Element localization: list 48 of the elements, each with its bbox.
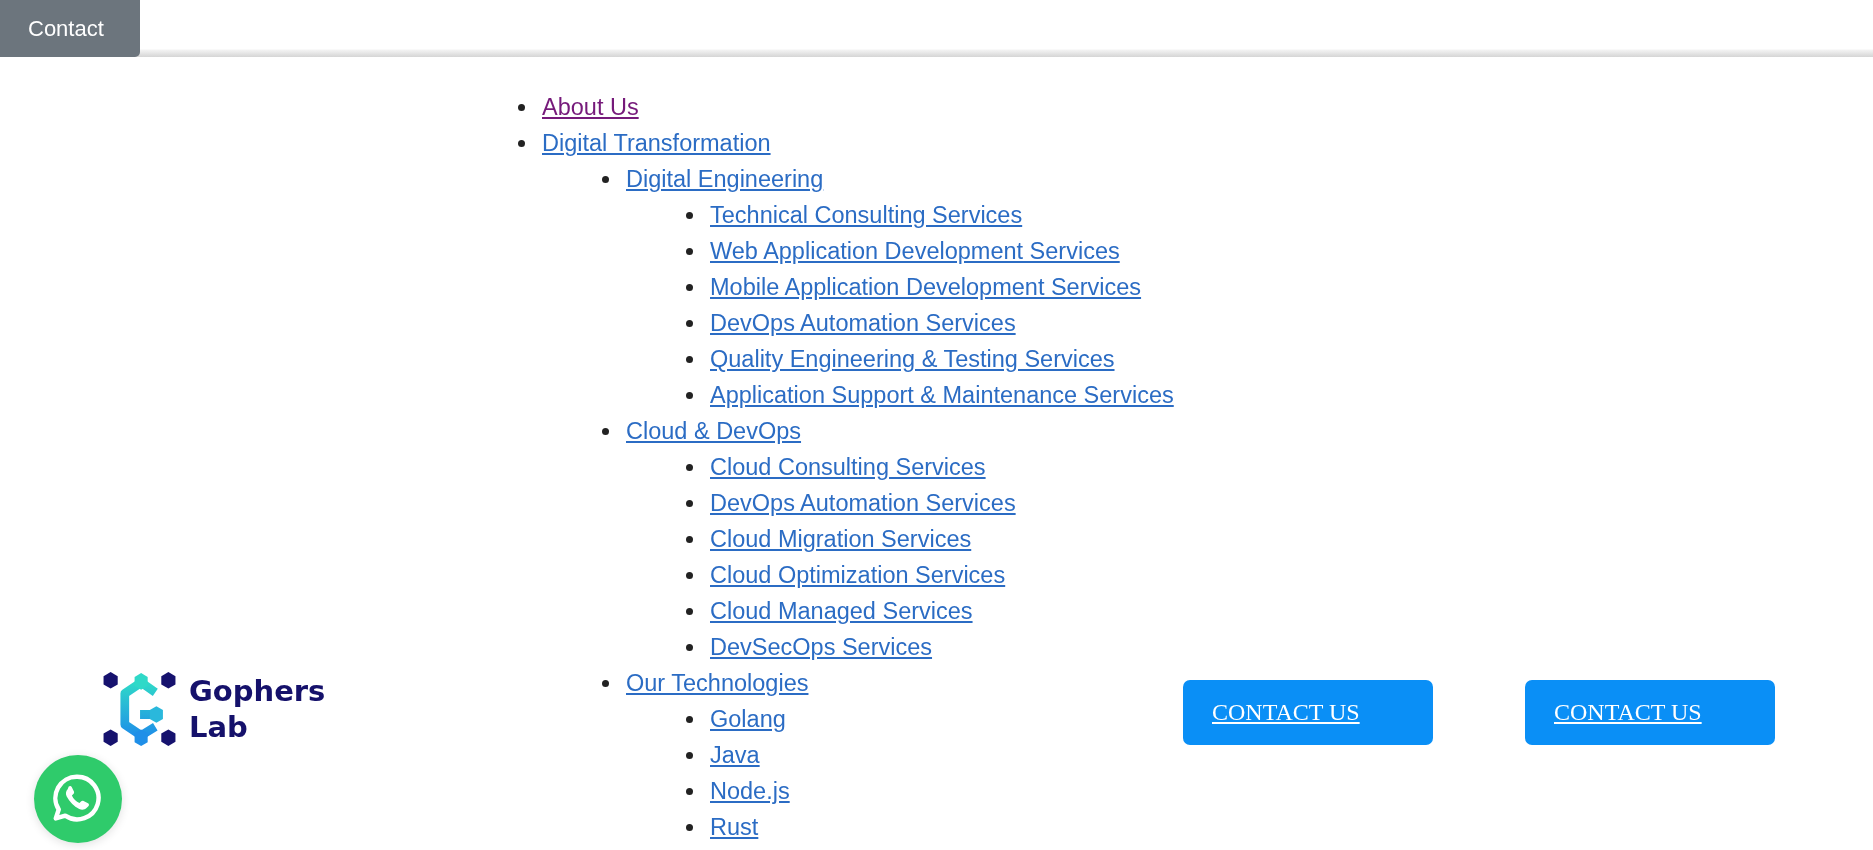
nav-link[interactable]: DevOps Automation Services bbox=[710, 308, 1016, 338]
nav-link[interactable]: Rust bbox=[710, 812, 759, 842]
bullet-icon bbox=[686, 751, 693, 759]
bullet-icon bbox=[686, 571, 693, 579]
nav-link[interactable]: Technical Consulting Services bbox=[710, 200, 1023, 230]
nav-link[interactable]: Digital Engineering bbox=[626, 164, 824, 194]
nav-link[interactable]: Mobile Application Development Services bbox=[710, 272, 1142, 302]
logo-icon[interactable] bbox=[103, 672, 176, 746]
nav-link[interactable]: Digital Transformation bbox=[542, 128, 771, 158]
contact-us-button[interactable]: CONTACT US bbox=[1183, 680, 1433, 745]
bullet-icon bbox=[602, 427, 609, 435]
bullet-icon bbox=[686, 607, 693, 615]
nav-link[interactable]: Node.js bbox=[710, 776, 790, 806]
logo-text: Gophers Lab bbox=[189, 673, 326, 745]
contact-us-button[interactable]: CONTACT US bbox=[1525, 680, 1775, 745]
nav-link[interactable]: Cloud Migration Services bbox=[710, 524, 972, 554]
bullet-icon bbox=[518, 103, 525, 111]
bullet-icon bbox=[686, 391, 693, 399]
contact-button[interactable]: Contact bbox=[0, 0, 140, 57]
bullet-icon bbox=[686, 319, 693, 327]
nav-link[interactable]: DevOps Automation Services bbox=[710, 488, 1016, 518]
nav-link[interactable]: Web Application Development Services bbox=[710, 236, 1120, 266]
nav-link[interactable]: Our Technologies bbox=[626, 668, 809, 698]
nav-link[interactable]: Application Support & Maintenance Services bbox=[710, 380, 1174, 410]
bullet-icon bbox=[686, 499, 693, 507]
bullet-icon bbox=[686, 643, 693, 651]
nav-link[interactable]: Golang bbox=[710, 704, 786, 734]
nav-link[interactable]: Cloud Consulting Services bbox=[710, 452, 986, 482]
bullet-icon bbox=[686, 787, 693, 795]
nav-link[interactable]: Cloud & DevOps bbox=[626, 416, 802, 446]
bullet-icon bbox=[686, 211, 693, 219]
nav-link[interactable]: Cloud Managed Services bbox=[710, 596, 973, 626]
bullet-icon bbox=[686, 535, 693, 543]
phone-chat-icon bbox=[53, 774, 103, 824]
nav-link[interactable]: Cloud Optimization Services bbox=[710, 560, 1006, 590]
bullet-icon bbox=[602, 175, 609, 183]
nav-link[interactable]: Quality Engineering & Testing Services bbox=[710, 344, 1115, 374]
bullet-icon bbox=[686, 463, 693, 471]
bullet-icon bbox=[518, 139, 525, 147]
nav-link[interactable]: Java bbox=[710, 740, 760, 770]
bullet-icon bbox=[686, 247, 693, 255]
bullet-icon bbox=[686, 355, 693, 363]
bullet-icon bbox=[686, 715, 693, 723]
bullet-icon bbox=[686, 823, 693, 831]
bullet-icon bbox=[602, 679, 609, 687]
bullet-icon bbox=[686, 283, 693, 291]
nav-link[interactable]: About Us bbox=[542, 92, 639, 122]
nav-link[interactable]: DevSecOps Services bbox=[710, 632, 933, 662]
